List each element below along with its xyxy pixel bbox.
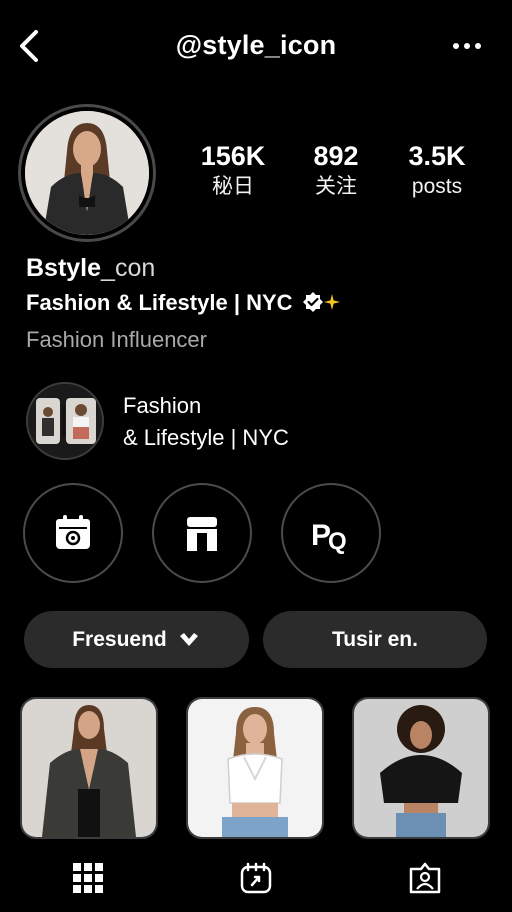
profile-username-title: @style_icon <box>175 30 337 60</box>
tab-reels[interactable] <box>236 858 276 898</box>
tagged-icon <box>409 862 441 894</box>
tab-posts-grid[interactable] <box>68 858 108 898</box>
secondary-action-button[interactable]: Tusir en. <box>263 611 487 668</box>
profile-name-light: _con <box>101 254 156 282</box>
post-thumbnail[interactable] <box>20 697 158 839</box>
stat-posts[interactable]: 3.5K posts <box>382 140 492 202</box>
featured-highlight[interactable]: Fashion & Lifestyle | NYC <box>26 382 506 462</box>
stat-label: 关注 <box>315 175 357 198</box>
tab-tagged[interactable] <box>405 858 445 898</box>
follow-dropdown-button[interactable]: Fresuend <box>24 611 249 668</box>
top-bar: @style_icon <box>0 0 512 92</box>
grid-icon <box>73 863 103 893</box>
profile-category: Fashion Influencer <box>26 327 207 352</box>
follow-button-label: Fresuend <box>72 627 167 651</box>
stat-value: 156K <box>200 141 266 171</box>
stat-label: posts <box>411 175 463 198</box>
stat-value: 892 <box>313 141 359 171</box>
reels-icon <box>240 862 272 894</box>
avatar-image <box>25 111 149 235</box>
storefront-icon <box>187 517 217 551</box>
calendar-icon <box>56 515 90 549</box>
pq-icon: P Q <box>311 519 347 555</box>
highlight-shop[interactable] <box>152 483 252 583</box>
svg-text:Q: Q <box>328 528 347 555</box>
secondary-button-label: Tusir en. <box>332 627 418 651</box>
featured-thumbnail <box>26 382 104 460</box>
stat-followers[interactable]: 156K 秘日 <box>178 140 288 202</box>
profile-name: Bstyle_con <box>26 254 155 283</box>
more-horizontal-icon <box>453 43 481 49</box>
highlight-calendar[interactable] <box>23 483 123 583</box>
stat-following[interactable]: 892 关注 <box>281 140 391 202</box>
verified-badge-icon <box>302 292 340 312</box>
featured-line-1: Fashion <box>123 393 202 418</box>
profile-tab-bar <box>0 852 512 912</box>
stat-label: 秘日 <box>212 175 254 198</box>
profile-tagline-row: Fashion & Lifestyle | NYC <box>26 290 341 316</box>
post-thumbnail[interactable] <box>186 697 324 839</box>
profile-tagline: Fashion & Lifestyle | NYC <box>26 290 293 315</box>
more-options-button[interactable] <box>452 36 482 56</box>
chevron-down-icon <box>179 632 198 646</box>
highlight-pq[interactable]: P Q <box>281 483 381 583</box>
featured-text: Fashion & Lifestyle | NYC <box>123 390 289 454</box>
profile-name-bold: Bstyle <box>26 254 102 282</box>
post-thumbnail[interactable] <box>352 697 490 839</box>
profile-avatar[interactable] <box>18 104 156 242</box>
featured-line-2: & Lifestyle | NYC <box>123 425 289 450</box>
stat-value: 3.5K <box>408 141 466 171</box>
